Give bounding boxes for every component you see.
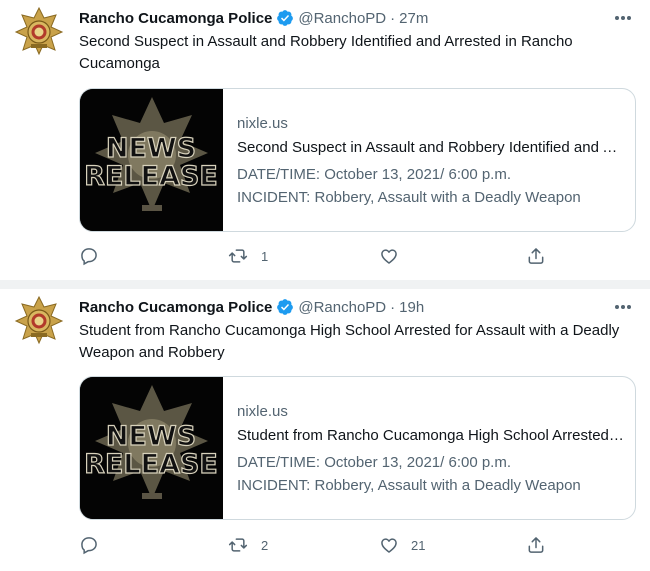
- card-description-line: INCIDENT: Robbery, Assault with a Deadly…: [237, 189, 581, 206]
- card-domain: nixle.us: [237, 115, 288, 132]
- card-description-line: DATE/TIME: October 13, 2021/ 6:00 p.m.: [237, 454, 512, 471]
- svg-text:NEWS: NEWS: [106, 133, 196, 164]
- card-domain: nixle.us: [237, 403, 288, 420]
- police-badge-icon: [14, 295, 64, 345]
- tweet-header: Rancho Cucamonga Police @RanchoPD · 19h: [79, 297, 424, 317]
- link-card[interactable]: NEWS RELEASE nixle.us Student from Ranch…: [79, 376, 636, 520]
- author-handle[interactable]: @RanchoPD: [298, 10, 386, 27]
- timeline-feed: Rancho Cucamonga Police @RanchoPD · 27m …: [0, 0, 650, 571]
- verified-badge-icon: [276, 9, 294, 27]
- card-title: Student from Rancho Cucamonga High Schoo…: [237, 427, 625, 444]
- author-name[interactable]: Rancho Cucamonga Police: [79, 10, 272, 27]
- share-button[interactable]: [526, 534, 546, 556]
- reply-icon: [81, 537, 97, 555]
- share-button[interactable]: [526, 245, 546, 267]
- svg-text:NEWS: NEWS: [106, 421, 196, 452]
- avatar[interactable]: [14, 6, 64, 56]
- link-card[interactable]: NEWS RELEASE nixle.us Second Suspect in …: [79, 88, 636, 232]
- more-icon: [615, 16, 631, 20]
- more-icon: [615, 305, 631, 309]
- retweet-button[interactable]: 2: [227, 534, 268, 556]
- retweet-icon: [228, 249, 248, 263]
- tweet[interactable]: Rancho Cucamonga Police @RanchoPD · 27m …: [0, 0, 650, 280]
- like-button[interactable]: [379, 245, 411, 267]
- tweet-timestamp[interactable]: 19h: [399, 299, 424, 316]
- news-release-image: NEWS RELEASE: [80, 377, 223, 519]
- like-icon: [381, 538, 397, 553]
- retweet-count: 2: [261, 537, 269, 553]
- svg-text:RELEASE: RELEASE: [84, 449, 218, 480]
- card-description: DATE/TIME: October 13, 2021/ 6:00 p.m. I…: [237, 451, 625, 497]
- card-description: DATE/TIME: October 13, 2021/ 6:00 p.m. I…: [237, 163, 625, 209]
- reply-button[interactable]: [79, 534, 111, 556]
- author-name[interactable]: Rancho Cucamonga Police: [79, 299, 272, 316]
- like-count: 21: [411, 537, 426, 553]
- share-icon: [528, 248, 544, 264]
- more-options-button[interactable]: [612, 8, 634, 28]
- tweet[interactable]: Rancho Cucamonga Police @RanchoPD · 19h …: [0, 289, 650, 571]
- reply-icon: [81, 248, 97, 266]
- tweet-actions: 2 21: [79, 534, 559, 556]
- share-icon: [528, 537, 544, 553]
- like-button[interactable]: 21: [379, 534, 425, 556]
- author-handle[interactable]: @RanchoPD: [298, 299, 386, 316]
- tweet-text: Student from Rancho Cucamonga High Schoo…: [79, 322, 620, 361]
- tweet-header: Rancho Cucamonga Police @RanchoPD · 27m: [79, 8, 428, 28]
- card-description-line: DATE/TIME: October 13, 2021/ 6:00 p.m.: [237, 166, 512, 183]
- tweet-text: Second Suspect in Assault and Robbery Id…: [79, 33, 573, 72]
- card-description-line: INCIDENT: Robbery, Assault with a Deadly…: [237, 477, 581, 494]
- retweet-count: 1: [261, 248, 269, 264]
- tweet-actions: 1: [79, 245, 559, 267]
- more-options-button[interactable]: [612, 297, 634, 317]
- separator-dot: ·: [390, 9, 396, 27]
- separator-dot: ·: [390, 298, 396, 316]
- reply-button[interactable]: [79, 245, 111, 267]
- retweet-icon: [228, 538, 248, 552]
- retweet-button[interactable]: 1: [227, 245, 268, 267]
- police-badge-icon: [14, 6, 64, 56]
- like-icon: [381, 249, 397, 264]
- tweet-timestamp[interactable]: 27m: [399, 10, 428, 27]
- avatar[interactable]: [14, 295, 64, 345]
- svg-text:RELEASE: RELEASE: [84, 161, 218, 192]
- verified-badge-icon: [276, 298, 294, 316]
- card-title: Second Suspect in Assault and Robbery Id…: [237, 139, 625, 156]
- news-release-image: NEWS RELEASE: [80, 89, 223, 231]
- tweet-divider: [0, 280, 650, 289]
